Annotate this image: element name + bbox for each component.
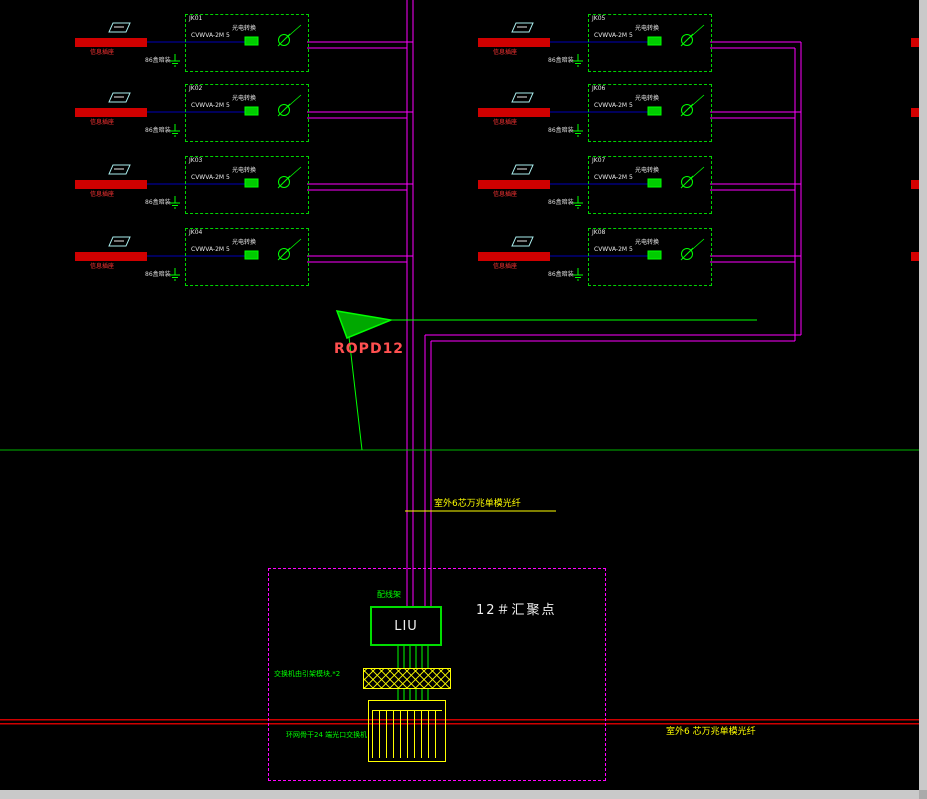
mount-label: 86盒暗装 [548, 127, 574, 134]
converter-dashed-box [185, 228, 309, 286]
vertical-scrollbar[interactable] [919, 0, 927, 790]
outlet-label: 信息插座 [493, 119, 518, 126]
circuit-block: JK05 CVWVA-2M 5 光电转换 信息插座 86盒暗装 [478, 14, 712, 92]
cable-spec-label: CVWVA-2M 5 [191, 246, 230, 253]
circuit-block: JK02 CVWVA-2M 5 光电转换 信息插座 86盒暗装 [75, 84, 309, 162]
workstation-icon [511, 236, 534, 247]
cable-spec-label: CVWVA-2M 5 [594, 32, 633, 39]
mount-label: 86盒暗装 [145, 199, 171, 206]
circuit-block: JK07 CVWVA-2M 5 光电转换 信息插座 86盒暗装 [478, 156, 712, 234]
converter-dashed-box [588, 84, 712, 142]
mount-label: 86盒暗装 [548, 199, 574, 206]
outlet-label: 信息插座 [493, 263, 518, 270]
cable-spec-label: CVWVA-2M 5 [191, 174, 230, 181]
converter-dashed-box [588, 14, 712, 72]
device-bar [478, 108, 550, 117]
converter-dashed-box [588, 228, 712, 286]
splitter-triangle [335, 310, 394, 339]
outlet-label: 信息插座 [493, 191, 518, 198]
device-bar [75, 180, 147, 189]
fiber-label-bottom: 室外6 芯万兆单模光纤 [666, 727, 756, 737]
workstation-icon [511, 22, 534, 33]
horizontal-scrollbar[interactable] [0, 790, 919, 799]
converter-dashed-box [588, 156, 712, 214]
device-bar [478, 38, 550, 47]
ground-icon [573, 268, 583, 281]
block-id-label: JK01 [189, 15, 203, 22]
splitter-label: ROPD12 [334, 341, 405, 357]
block-id-label: JK07 [592, 157, 606, 164]
switch-ports-icon [372, 710, 442, 758]
fiber-module-panel [363, 668, 451, 689]
module-label: 光电转换 [635, 25, 660, 32]
converter-dashed-box [185, 84, 309, 142]
cable-spec-label: CVWVA-2M 5 [594, 174, 633, 181]
cable-spec-label: CVWVA-2M 5 [191, 32, 230, 39]
module-label: 光电转换 [232, 25, 257, 32]
fiber-label-top: 室外6芯万兆单模光纤 [434, 499, 521, 509]
workstation-icon [108, 236, 131, 247]
outlet-label: 信息插座 [90, 263, 115, 270]
cad-canvas: JK01 CVWVA-2M 5 光电转换 信息插座 86盒暗装 JK02 CVW… [0, 0, 927, 799]
device-bar [75, 108, 147, 117]
liu-box: LIU [370, 606, 442, 646]
cable-spec-label: CVWVA-2M 5 [191, 102, 230, 109]
aggregation-point-label: 12＃汇聚点 [476, 603, 557, 618]
circuit-block: JK06 CVWVA-2M 5 光电转换 信息插座 86盒暗装 [478, 84, 712, 162]
workstation-icon [511, 92, 534, 103]
workstation-icon [511, 164, 534, 175]
ground-icon [170, 124, 180, 137]
module-label: 光电转换 [232, 167, 257, 174]
switch-module-label: 交换机由引架模块,*2 [274, 670, 341, 678]
mount-label: 86盒暗装 [145, 271, 171, 278]
circuit-block: JK04 CVWVA-2M 5 光电转换 信息插座 86盒暗装 [75, 228, 309, 306]
ground-icon [170, 268, 180, 281]
block-id-label: JK08 [592, 229, 606, 236]
outlet-label: 信息插座 [90, 119, 115, 126]
block-id-label: JK03 [189, 157, 203, 164]
circuit-block: JK03 CVWVA-2M 5 光电转换 信息插座 86盒暗装 [75, 156, 309, 234]
converter-dashed-box [185, 156, 309, 214]
workstation-icon [108, 164, 131, 175]
module-label: 光电转换 [635, 239, 660, 246]
block-id-label: JK02 [189, 85, 203, 92]
mount-label: 86盒暗装 [548, 271, 574, 278]
ring-switch-label: 环网骨干24 端光口交换机 [286, 731, 368, 739]
ground-icon [573, 196, 583, 209]
ring-switch-box [368, 700, 446, 762]
magenta-feeders-right [710, 41, 801, 263]
module-label: 光电转换 [232, 95, 257, 102]
liu-label: LIU [394, 618, 418, 634]
outlet-label: 信息插座 [493, 49, 518, 56]
circuit-block: JK08 CVWVA-2M 5 光电转换 信息插座 86盒暗装 [478, 228, 712, 306]
ground-icon [573, 124, 583, 137]
device-bar [75, 38, 147, 47]
device-bar [75, 252, 147, 261]
ground-icon [170, 196, 180, 209]
ground-icon [573, 54, 583, 67]
block-id-label: JK06 [592, 85, 606, 92]
cable-spec-label: CVWVA-2M 5 [594, 246, 633, 253]
block-id-label: JK05 [592, 15, 606, 22]
outlet-label: 信息插座 [90, 191, 115, 198]
device-bar [478, 252, 550, 261]
ground-icon [170, 54, 180, 67]
mount-label: 86盒暗装 [548, 57, 574, 64]
circuit-block: JK01 CVWVA-2M 5 光电转换 信息插座 86盒暗装 [75, 14, 309, 92]
workstation-icon [108, 92, 131, 103]
module-label: 光电转换 [635, 95, 660, 102]
cable-spec-label: CVWVA-2M 5 [594, 102, 633, 109]
magenta-feeders-left [307, 41, 413, 263]
mount-label: 86盒暗装 [145, 57, 171, 64]
workstation-icon [108, 22, 131, 33]
mount-label: 86盒暗装 [145, 127, 171, 134]
module-label: 光电转换 [635, 167, 660, 174]
block-id-label: JK04 [189, 229, 203, 236]
module-label: 光电转换 [232, 239, 257, 246]
scrollbar-corner [919, 790, 927, 799]
device-bar [478, 180, 550, 189]
outlet-label: 信息插座 [90, 49, 115, 56]
patch-panel-label: 配线架 [377, 590, 401, 599]
converter-dashed-box [185, 14, 309, 72]
